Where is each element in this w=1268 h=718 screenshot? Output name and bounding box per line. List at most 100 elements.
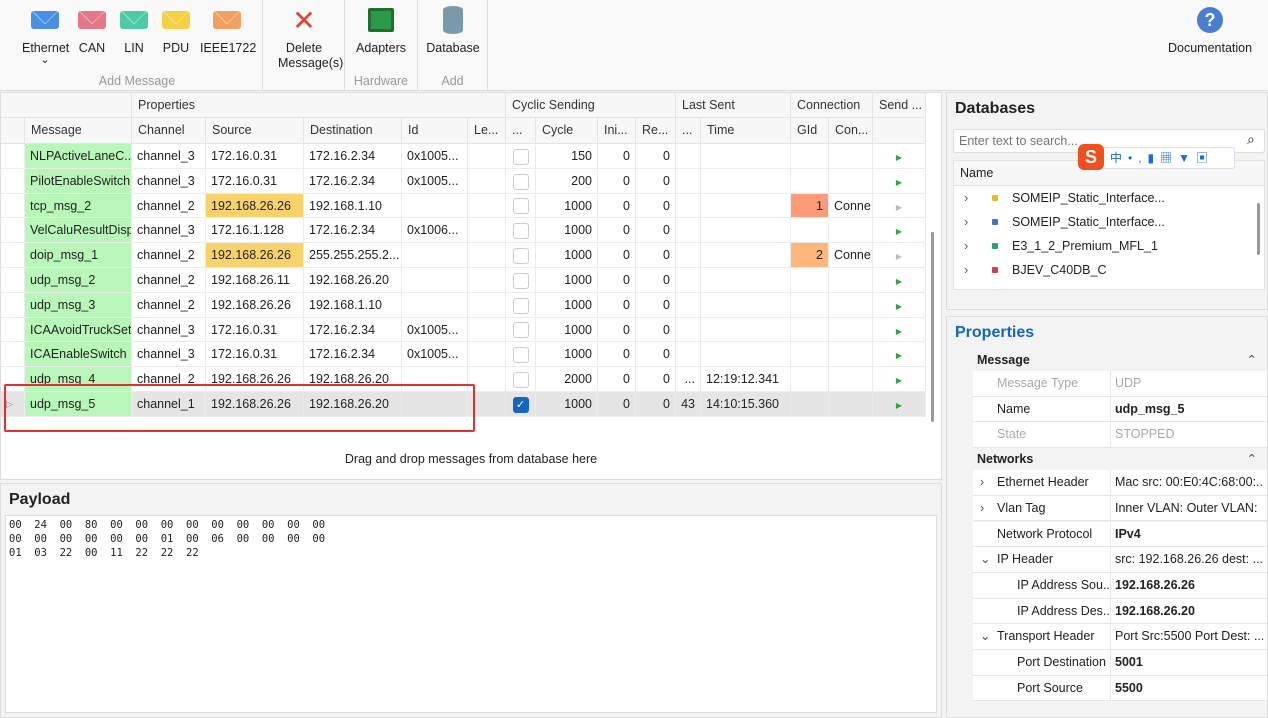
pdu-envelope-button[interactable]: PDU bbox=[154, 0, 198, 56]
search-icon[interactable]: ⌕ bbox=[1247, 131, 1255, 148]
chevron-right-icon[interactable]: › bbox=[964, 210, 968, 234]
cell-cyclic[interactable] bbox=[506, 367, 536, 392]
payload-hex-editor[interactable]: 00 24 00 80 00 00 00 00 00 00 00 00 00 0… bbox=[5, 515, 937, 713]
property-section-header[interactable]: Message ⌃ bbox=[973, 349, 1267, 371]
cyclic-checkbox[interactable] bbox=[512, 322, 529, 339]
cell-cyclic[interactable] bbox=[506, 243, 536, 268]
cyclic-checkbox[interactable] bbox=[512, 297, 529, 314]
column-header[interactable]: Message bbox=[25, 118, 132, 144]
column-header-send[interactable] bbox=[873, 118, 926, 144]
row-header[interactable] bbox=[1, 268, 25, 293]
table-row[interactable]: ICAAvoidTruckSet channel_3 172.16.0.31 172.… bbox=[1, 317, 926, 343]
row-header[interactable] bbox=[1, 342, 25, 368]
cell-cyclic[interactable] bbox=[506, 218, 536, 244]
database-tree-item[interactable]: › SOMEIP_Static_Interface... bbox=[954, 186, 1264, 210]
cell-cyclic[interactable] bbox=[506, 193, 536, 219]
ieee1722-envelope-button[interactable]: IEEE1722 bbox=[198, 0, 256, 56]
can-envelope-button[interactable]: CAN bbox=[70, 0, 114, 56]
cyclic-checkbox[interactable] bbox=[512, 223, 529, 240]
property-row[interactable]: ⌄ Transport Header Port Src:5500 Port Dest… bbox=[973, 624, 1267, 650]
cell-cyclic[interactable] bbox=[506, 144, 536, 169]
cyclic-checkbox[interactable] bbox=[512, 247, 529, 264]
send-play-icon[interactable]: ▶ bbox=[896, 302, 902, 311]
send-play-icon[interactable]: ▶ bbox=[896, 277, 902, 286]
column-header[interactable]: Source bbox=[206, 118, 304, 144]
cyclic-checkbox[interactable] bbox=[512, 173, 529, 190]
cyclic-checkbox[interactable]: ✓ bbox=[512, 396, 529, 413]
column-header[interactable]: Ini... bbox=[598, 118, 636, 144]
property-row[interactable]: Name udp_msg_5 bbox=[973, 396, 1267, 423]
cell-cyclic[interactable] bbox=[506, 292, 536, 318]
row-header[interactable] bbox=[1, 218, 25, 244]
send-play-icon[interactable]: ▶ bbox=[896, 178, 902, 187]
chevron-down-icon[interactable]: ⌄ bbox=[20, 55, 70, 66]
column-header[interactable]: Channel bbox=[132, 118, 206, 144]
chevron-right-icon[interactable]: › bbox=[964, 186, 968, 210]
send-play-icon[interactable]: ▶ bbox=[896, 227, 902, 236]
chevron-right-icon[interactable]: › bbox=[964, 258, 968, 282]
chevron-right-icon[interactable]: › bbox=[964, 234, 968, 258]
send-play-icon[interactable]: ▶ bbox=[896, 351, 902, 360]
chevron-down-icon[interactable]: ⌄ bbox=[980, 547, 990, 572]
lin-envelope-button[interactable]: LIN bbox=[112, 0, 156, 56]
db-scrollbar[interactable] bbox=[1257, 203, 1260, 255]
chevron-down-icon[interactable]: ⌄ bbox=[980, 624, 990, 649]
table-row[interactable]: PilotEnableSwitch channel_3 172.16.0.31 172… bbox=[1, 168, 926, 194]
chevron-up-icon[interactable]: ⌃ bbox=[1247, 349, 1257, 371]
table-row[interactable]: VelCaluResultDisp channel_3 172.16.1.128 17… bbox=[1, 218, 926, 244]
property-row[interactable]: IP Address Des... 192.168.26.20 bbox=[973, 598, 1267, 625]
cyclic-checkbox[interactable] bbox=[512, 371, 529, 388]
table-row[interactable]: NLPActiveLaneC... channel_3 172.16.0.31 172… bbox=[1, 144, 926, 169]
chevron-right-icon[interactable]: › bbox=[980, 470, 984, 495]
send-play-icon[interactable]: ▶ bbox=[896, 401, 902, 410]
grid-scrollbar[interactable] bbox=[931, 232, 934, 422]
column-header[interactable]: Destination bbox=[304, 118, 402, 144]
circuit-board-button[interactable]: Adapters bbox=[352, 0, 410, 56]
property-section-header[interactable]: Networks ⌃ bbox=[973, 448, 1267, 471]
chevron-right-icon[interactable]: › bbox=[980, 496, 984, 521]
cell-cyclic[interactable] bbox=[506, 317, 536, 343]
send-play-icon[interactable]: ▶ bbox=[896, 203, 902, 212]
property-row[interactable]: Network Protocol IPv4 bbox=[973, 521, 1267, 548]
column-header[interactable]: Con... bbox=[829, 118, 873, 144]
row-header[interactable] bbox=[1, 168, 25, 194]
ethernet-envelope-button[interactable]: Ethernet ⌄ bbox=[20, 0, 70, 66]
row-header[interactable] bbox=[1, 292, 25, 318]
database-tree-item[interactable]: › BJEV_C40DB_C bbox=[954, 258, 1264, 282]
table-row[interactable]: doip_msg_1 channel_2 192.168.26.26 255.255.… bbox=[1, 243, 926, 268]
cell-cyclic[interactable]: ✓ bbox=[506, 392, 536, 417]
column-header[interactable]: Time bbox=[701, 118, 791, 144]
property-row[interactable]: IP Address Sou... 192.168.26.26 bbox=[973, 572, 1267, 599]
table-row[interactable]: ICAEnableSwitch channel_3 172.16.0.31 172.1… bbox=[1, 342, 926, 368]
property-row[interactable]: Port Source 5500 bbox=[973, 675, 1267, 702]
row-header[interactable] bbox=[1, 317, 25, 343]
property-row[interactable]: State STOPPED bbox=[973, 422, 1267, 449]
column-header[interactable]: Re... bbox=[636, 118, 676, 144]
send-play-icon[interactable]: ▶ bbox=[896, 153, 902, 162]
property-row[interactable]: › Vlan Tag Inner VLAN: Outer VLAN: bbox=[973, 495, 1267, 522]
send-play-icon[interactable]: ▶ bbox=[896, 376, 902, 385]
cell-cyclic[interactable] bbox=[506, 168, 536, 194]
column-header[interactable]: Le... bbox=[468, 118, 506, 144]
send-play-icon[interactable]: ▶ bbox=[896, 327, 902, 336]
send-play-icon[interactable]: ▶ bbox=[896, 252, 902, 261]
column-header[interactable]: ... bbox=[676, 118, 701, 144]
table-row[interactable]: udp_msg_3 channel_2 192.168.26.26 192.168.1… bbox=[1, 292, 926, 318]
cyclic-checkbox[interactable] bbox=[512, 198, 529, 215]
property-row[interactable]: ⌄ IP Header src: 192.168.26.26 dest: ... bbox=[973, 547, 1267, 573]
column-header[interactable]: Id bbox=[402, 118, 468, 144]
delete-x-button[interactable]: ✕ Delete Message(s) bbox=[276, 0, 343, 71]
property-row[interactable]: Message Type UDP bbox=[973, 371, 1267, 397]
cyclic-checkbox[interactable] bbox=[512, 272, 529, 289]
database-tree-item[interactable]: › E3_1_2_Premium_MFL_1 bbox=[954, 234, 1264, 258]
column-header[interactable]: ... bbox=[506, 118, 536, 144]
table-row[interactable]: tcp_msg_2 channel_2 192.168.26.26 192.168.1… bbox=[1, 193, 926, 219]
row-header[interactable] bbox=[1, 243, 25, 268]
cyclic-checkbox[interactable] bbox=[512, 148, 529, 165]
row-header[interactable] bbox=[1, 144, 25, 169]
property-row[interactable]: › Ethernet Header Mac src: 00:E0:4C:68:00:… bbox=[973, 470, 1267, 496]
cell-cyclic[interactable] bbox=[506, 342, 536, 368]
row-header[interactable] bbox=[1, 193, 25, 219]
property-row[interactable]: Port Destination 5001 bbox=[973, 650, 1267, 676]
help-button[interactable]: ? Documentation bbox=[1166, 0, 1254, 56]
